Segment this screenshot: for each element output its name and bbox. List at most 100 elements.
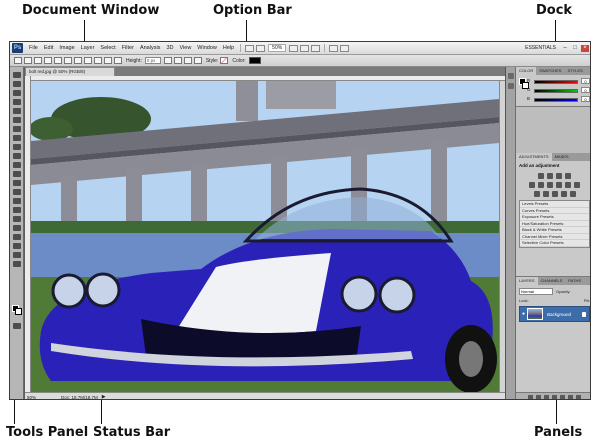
layer-background[interactable]: ● Background <box>519 306 590 322</box>
hand-tool-icon[interactable] <box>289 44 299 52</box>
blend-mode-select[interactable]: Normal <box>519 288 553 295</box>
rotate-view-icon[interactable] <box>311 44 321 52</box>
type-tool-icon[interactable] <box>13 207 21 213</box>
tab-channels[interactable]: Channels <box>538 277 566 285</box>
dodge-tool-icon[interactable] <box>13 189 21 195</box>
menu-file[interactable]: File <box>26 45 41 51</box>
add-mask-icon[interactable] <box>544 394 549 399</box>
slider-red-value[interactable]: 0 <box>581 78 590 84</box>
slider-green-value[interactable]: 0 <box>581 87 590 93</box>
gradient-map-icon[interactable] <box>560 191 567 197</box>
crop-tool-icon[interactable] <box>13 108 21 114</box>
marquee-tool-icon[interactable] <box>13 81 21 87</box>
eyedropper-tool-icon[interactable] <box>13 117 21 123</box>
arrange-documents-icon[interactable] <box>329 44 339 52</box>
lasso-tool-icon[interactable] <box>13 90 21 96</box>
new-group-icon[interactable] <box>560 394 565 399</box>
layer-style-icon[interactable] <box>536 394 541 399</box>
menu-layer[interactable]: Layer <box>78 45 98 51</box>
hand-tool-icon[interactable] <box>13 252 21 258</box>
menu-image[interactable]: Image <box>56 45 77 51</box>
3d-panel-icon[interactable] <box>508 73 514 79</box>
launch-bridge-icon[interactable] <box>245 44 255 52</box>
image-canvas[interactable] <box>31 81 499 392</box>
minimize-button[interactable]: – <box>561 45 569 52</box>
tab-masks[interactable]: Masks <box>552 153 572 161</box>
preset-selective-color[interactable]: Selective Color Presets <box>520 240 589 247</box>
maximize-button[interactable]: □ <box>571 45 579 52</box>
subtract-selection-icon[interactable] <box>44 57 52 64</box>
tab-color[interactable]: Color <box>516 67 537 75</box>
invert-icon[interactable] <box>533 191 540 197</box>
brightness-icon[interactable] <box>538 173 544 179</box>
menu-select[interactable]: Select <box>97 45 118 51</box>
new-adjustment-icon[interactable] <box>552 394 557 399</box>
slider-green-track[interactable] <box>534 89 578 93</box>
tab-styles[interactable]: Styles <box>564 67 585 75</box>
close-button[interactable]: × <box>581 44 589 52</box>
selective-color-icon[interactable] <box>569 191 576 197</box>
healing-brush-tool-icon[interactable] <box>13 126 21 132</box>
pen-tool-icon[interactable] <box>13 198 21 204</box>
link-layers-icon[interactable] <box>528 394 533 399</box>
3d-rotate-tool-icon[interactable] <box>13 234 21 240</box>
menu-view[interactable]: View <box>176 45 194 51</box>
shape-ellipse-icon[interactable] <box>84 57 92 64</box>
menu-help[interactable]: Help <box>220 45 237 51</box>
shape-tool-icon[interactable] <box>13 225 21 231</box>
quick-select-tool-icon[interactable] <box>13 99 21 105</box>
new-selection-icon[interactable] <box>24 57 32 64</box>
slider-blue-track[interactable] <box>534 98 578 102</box>
shape-line-icon[interactable] <box>104 57 112 64</box>
photo-filter-icon[interactable] <box>565 182 571 188</box>
exposure-icon[interactable] <box>565 173 571 179</box>
color-balance-icon[interactable] <box>547 182 553 188</box>
slider-red-track[interactable] <box>534 80 578 84</box>
tool-preset-icon[interactable] <box>14 57 22 64</box>
quick-mask-icon[interactable] <box>13 323 21 329</box>
background-color-swatch[interactable] <box>15 308 22 315</box>
gradient-tool-icon[interactable] <box>13 171 21 177</box>
menu-3d[interactable]: 3D <box>163 45 176 51</box>
menu-analysis[interactable]: Analysis <box>137 45 163 51</box>
channel-mixer-icon[interactable] <box>574 182 580 188</box>
subtract-icon[interactable] <box>193 57 202 64</box>
tab-swatches[interactable]: Swatches <box>536 67 564 75</box>
tab-layers[interactable]: Layers <box>516 277 538 285</box>
move-tool-icon[interactable] <box>13 72 21 78</box>
eraser-tool-icon[interactable] <box>13 162 21 168</box>
tab-paths[interactable]: Paths <box>565 277 584 285</box>
document-tab[interactable]: bolt red.jpg @ 50% (RGB/8) <box>25 67 115 76</box>
threshold-icon[interactable] <box>551 191 558 197</box>
workspace-switcher[interactable]: ESSENTIALS <box>521 45 560 51</box>
slider-green[interactable]: G 0 <box>527 87 590 95</box>
zoom-tool-icon[interactable] <box>13 261 21 267</box>
slider-red[interactable]: R 0 <box>527 78 590 86</box>
color-swatch[interactable] <box>248 57 261 64</box>
add-selection-icon[interactable] <box>34 57 42 64</box>
vibrance-icon[interactable] <box>529 182 535 188</box>
menu-edit[interactable]: Edit <box>41 45 56 51</box>
black-white-icon[interactable] <box>556 182 562 188</box>
status-zoom[interactable]: 50% <box>25 395 43 400</box>
combine-icon[interactable] <box>163 57 172 64</box>
path-select-tool-icon[interactable] <box>13 216 21 222</box>
shape-rect-icon[interactable] <box>64 57 72 64</box>
shape-custom-icon[interactable] <box>114 57 122 64</box>
shape-polygon-icon[interactable] <box>94 57 102 64</box>
slider-blue[interactable]: B 0 <box>527 96 590 104</box>
delete-layer-icon[interactable] <box>576 394 581 399</box>
clone-stamp-tool-icon[interactable] <box>13 144 21 150</box>
intersect-selection-icon[interactable] <box>54 57 62 64</box>
layer-visibility-eye-icon[interactable]: ● <box>520 311 527 317</box>
intersect-icon[interactable] <box>183 57 192 64</box>
shape-round-icon[interactable] <box>74 57 82 64</box>
levels-icon[interactable] <box>547 173 553 179</box>
launch-minibridge-icon[interactable] <box>256 44 266 52</box>
tab-adjustments[interactable]: Adjustments <box>516 153 552 161</box>
history-brush-tool-icon[interactable] <box>13 153 21 159</box>
zoom-tool-icon[interactable] <box>300 44 310 52</box>
curves-icon[interactable] <box>556 173 562 179</box>
brush-tool-icon[interactable] <box>13 135 21 141</box>
screen-mode-icon[interactable] <box>340 44 350 52</box>
